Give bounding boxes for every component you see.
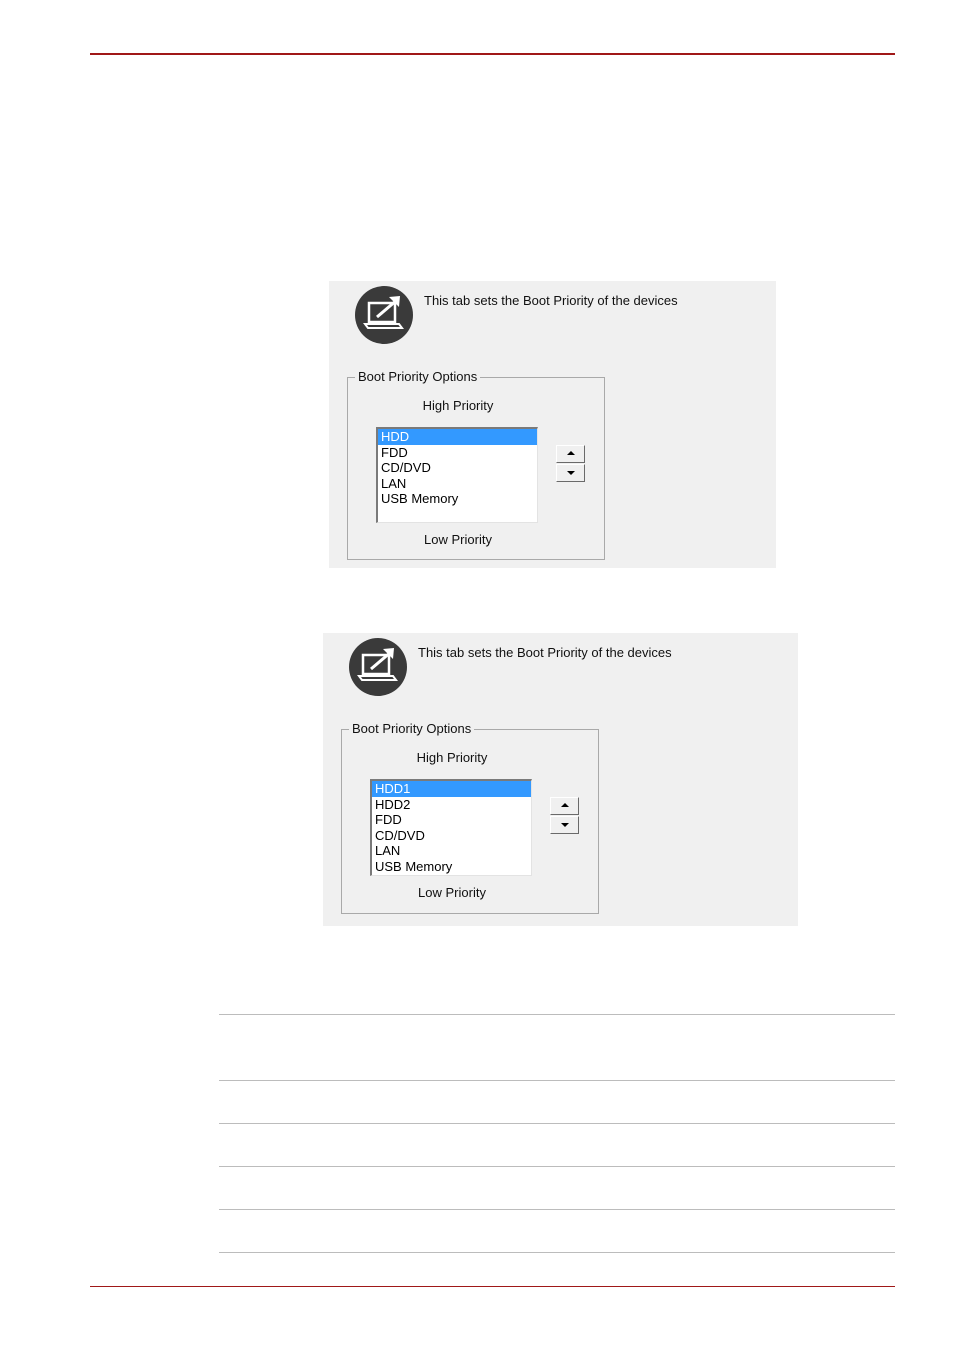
- tab-description: This tab sets the Boot Priority of the d…: [418, 645, 672, 660]
- boot-device-list[interactable]: HDD1 HDD2 FDD CD/DVD LAN USB Memory: [370, 779, 532, 876]
- arrow-up-icon: [567, 451, 575, 455]
- priority-spin-control: [556, 445, 585, 482]
- list-item-lan[interactable]: LAN: [378, 476, 537, 492]
- move-down-button[interactable]: [556, 464, 585, 482]
- table-rule: [219, 1014, 895, 1015]
- footer-rule: [90, 1286, 895, 1287]
- boot-priority-panel-1: This tab sets the Boot Priority of the d…: [329, 281, 776, 568]
- arrow-down-icon: [561, 823, 569, 827]
- list-item-fdd[interactable]: FDD: [372, 812, 531, 828]
- laptop-arrow-icon: [349, 638, 407, 696]
- table-rule: [219, 1209, 895, 1210]
- list-item-cd-dvd[interactable]: CD/DVD: [378, 460, 537, 476]
- table-rule: [219, 1252, 895, 1253]
- boot-priority-group: Boot Priority Options High Priority HDD …: [347, 369, 605, 560]
- high-priority-label: High Priority: [422, 398, 494, 413]
- arrow-down-icon: [567, 471, 575, 475]
- list-item-hdd2[interactable]: HDD2: [372, 797, 531, 813]
- move-up-button[interactable]: [550, 797, 579, 815]
- group-title: Boot Priority Options: [355, 369, 481, 384]
- list-item-lan[interactable]: LAN: [372, 843, 531, 859]
- list-item-fdd[interactable]: FDD: [378, 445, 537, 461]
- arrow-up-icon: [561, 803, 569, 807]
- list-item-cd-dvd[interactable]: CD/DVD: [372, 828, 531, 844]
- boot-priority-panel-2: This tab sets the Boot Priority of the d…: [323, 633, 798, 926]
- list-item-hdd[interactable]: HDD: [378, 429, 537, 445]
- list-item-usb-memory[interactable]: USB Memory: [372, 859, 531, 875]
- move-up-button[interactable]: [556, 445, 585, 463]
- boot-priority-group: Boot Priority Options High Priority HDD1…: [341, 721, 599, 914]
- group-title: Boot Priority Options: [349, 721, 475, 736]
- move-down-button[interactable]: [550, 816, 579, 834]
- boot-device-list[interactable]: HDD FDD CD/DVD LAN USB Memory: [376, 427, 538, 523]
- high-priority-label: High Priority: [416, 750, 488, 765]
- laptop-arrow-icon: [355, 286, 413, 344]
- low-priority-label: Low Priority: [424, 532, 492, 547]
- table-rule: [219, 1080, 895, 1081]
- header-rule: [90, 53, 895, 55]
- table-rule: [219, 1123, 895, 1124]
- table-rule: [219, 1166, 895, 1167]
- list-item-hdd1[interactable]: HDD1: [372, 781, 531, 797]
- low-priority-label: Low Priority: [418, 885, 486, 900]
- list-item-usb-memory[interactable]: USB Memory: [378, 491, 537, 507]
- priority-spin-control: [550, 797, 579, 834]
- tab-description: This tab sets the Boot Priority of the d…: [424, 293, 678, 308]
